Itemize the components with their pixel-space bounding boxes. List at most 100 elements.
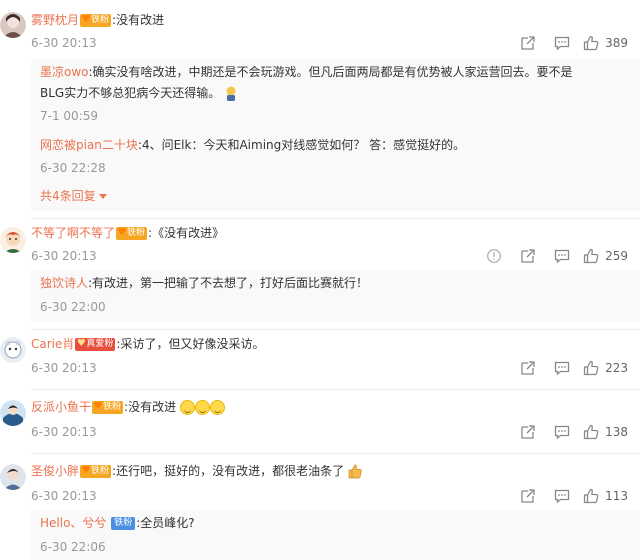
- comment-icon: [554, 249, 570, 264]
- comment-time: 6-30 20:13: [31, 361, 97, 375]
- emoji-icon: [179, 400, 195, 415]
- reply-item: 网恋被pian二十块:4、问Elk：今天和Aiming对线感觉如何？ 答：感觉挺…: [40, 136, 465, 154]
- comment-actions: 113: [511, 487, 628, 505]
- like-icon: [583, 360, 599, 376]
- username-link[interactable]: 反派小鱼干: [31, 400, 91, 414]
- reply-username[interactable]: 网恋被pian二十块: [40, 138, 138, 152]
- comment-time: 6-30 20:13: [31, 249, 97, 263]
- reply-text: BLG实力不够总犯病今天还得输。: [40, 86, 221, 100]
- avatar[interactable]: [0, 12, 26, 38]
- fan-badge: 铁粉: [111, 517, 136, 530]
- chevron-down-icon: [98, 194, 107, 199]
- comment-actions: 138: [511, 423, 628, 441]
- like-count: 113: [605, 489, 628, 503]
- divider: [31, 329, 640, 330]
- like-icon: [583, 248, 599, 264]
- share-icon: [521, 425, 535, 439]
- username-link[interactable]: 不等了啊不等了: [31, 226, 115, 240]
- comment-time: 6-30 20:13: [31, 489, 97, 503]
- username-link[interactable]: 圣俊小胖: [31, 464, 79, 478]
- comment-button[interactable]: [545, 487, 579, 505]
- avatar[interactable]: [0, 400, 26, 426]
- reply-list: Hello、兮兮 铁粉:全员峰化? 6-30 22:06: [31, 510, 640, 560]
- reply-text-continued: BLG实力不够总犯病今天还得输。: [40, 84, 238, 102]
- comment-text: :采访了，但又好像没采访。: [116, 337, 265, 351]
- share-button[interactable]: [511, 423, 545, 441]
- like-icon: [583, 424, 599, 440]
- badge-label: 真爱粉: [86, 339, 114, 349]
- comment-text: :还行吧，挺好的，没有改进，都很老油条了: [112, 464, 345, 478]
- divider: [31, 218, 640, 219]
- emoji-icon: [194, 400, 210, 415]
- more-replies-link[interactable]: 共4条回复: [40, 187, 107, 205]
- like-count: 138: [605, 425, 628, 439]
- reply-time: 7-1 00:59: [40, 109, 98, 123]
- avatar[interactable]: [0, 227, 26, 253]
- report-icon: [487, 249, 501, 263]
- heart-icon: ♥: [81, 14, 91, 25]
- like-button[interactable]: 138: [583, 424, 628, 440]
- comment-button[interactable]: [545, 34, 579, 52]
- fan-badge: ♥铁粉: [80, 14, 112, 27]
- share-icon: [521, 489, 535, 503]
- share-button[interactable]: [511, 359, 545, 377]
- heart-icon: ♥: [117, 227, 127, 238]
- reply-list: 墨凉owo:确实没有啥改进，中期还是不会玩游戏。但凡后面两局都是有优势被人家运营…: [31, 59, 640, 211]
- badge-label: 铁粉: [91, 15, 110, 25]
- reply-text: :确实没有啥改进，中期还是不会玩游戏。但凡后面两局都是有优势被人家运营回去。要不…: [88, 65, 573, 79]
- more-replies-label: 共4条回复: [40, 189, 96, 203]
- like-icon: [583, 35, 599, 51]
- badge-label: 铁粉: [103, 402, 122, 412]
- share-button[interactable]: [511, 34, 545, 52]
- comment-text: :《没有改进》: [148, 226, 225, 240]
- comment-icon: [554, 361, 570, 376]
- heart-icon: ♥: [81, 465, 91, 476]
- reply-text: :4、问Elk：今天和Aiming对线感觉如何？ 答：感觉挺好的。: [137, 138, 466, 152]
- comment-header: 圣俊小胖 ♥铁粉:还行吧，挺好的，没有改进，都很老油条了: [31, 462, 362, 480]
- comment-header: Carie肖 ♥真爱粉:采访了，但又好像没采访。: [31, 335, 264, 353]
- comment-icon: [554, 425, 570, 440]
- like-button[interactable]: 223: [583, 360, 628, 376]
- comment-button[interactable]: [545, 359, 579, 377]
- like-button[interactable]: 389: [583, 35, 628, 51]
- share-icon: [521, 36, 535, 50]
- comment-button[interactable]: [545, 423, 579, 441]
- comment-icon: [554, 36, 570, 51]
- avatar[interactable]: [0, 337, 26, 363]
- like-button[interactable]: 259: [583, 248, 628, 264]
- divider: [31, 389, 640, 390]
- comment-button[interactable]: [545, 247, 579, 265]
- reply-username[interactable]: 墨凉owo: [40, 65, 89, 79]
- reply-list: 独饮诗人:有改进，第一把输了不去想了，打好后面比赛就行！ 6-30 22:00: [31, 270, 640, 322]
- reply-username[interactable]: 独饮诗人: [40, 276, 88, 290]
- share-icon: [521, 249, 535, 263]
- comment-time: 6-30 20:13: [31, 425, 97, 439]
- reply-time: 6-30 22:06: [40, 540, 106, 554]
- username-link[interactable]: Carie肖: [31, 337, 74, 351]
- comment-header: 不等了啊不等了 ♥铁粉:《没有改进》: [31, 224, 224, 242]
- comment-actions: 389: [511, 34, 628, 52]
- fan-badge: ♥铁粉: [92, 401, 124, 414]
- fan-badge: ♥真爱粉: [75, 338, 116, 351]
- comment-header: 反派小鱼干 ♥铁粉:没有改进: [31, 398, 225, 416]
- like-button[interactable]: 113: [583, 488, 628, 504]
- avatar[interactable]: [0, 464, 26, 490]
- report-button[interactable]: [477, 247, 511, 265]
- emoji-icon: [226, 86, 236, 101]
- like-count: 389: [605, 36, 628, 50]
- reply-time: 6-30 22:00: [40, 300, 106, 314]
- comment-time: 6-30 20:13: [31, 36, 97, 50]
- divider: [31, 453, 640, 454]
- username-link[interactable]: 雾野枕月: [31, 13, 79, 27]
- share-button[interactable]: [511, 487, 545, 505]
- share-button[interactable]: [511, 247, 545, 265]
- reply-text: :有改进，第一把输了不去想了，打好后面比赛就行！: [88, 276, 369, 290]
- badge-label: 铁粉: [91, 466, 110, 476]
- like-icon: [583, 488, 599, 504]
- heart-icon: ♥: [76, 338, 86, 349]
- comment-text: :没有改进: [124, 400, 177, 414]
- reply-item: 墨凉owo:确实没有啥改进，中期还是不会玩游戏。但凡后面两局都是有优势被人家运营…: [40, 63, 573, 81]
- reply-username[interactable]: Hello、兮兮: [40, 516, 106, 530]
- like-count: 259: [605, 249, 628, 263]
- reply-time: 6-30 22:28: [40, 161, 106, 175]
